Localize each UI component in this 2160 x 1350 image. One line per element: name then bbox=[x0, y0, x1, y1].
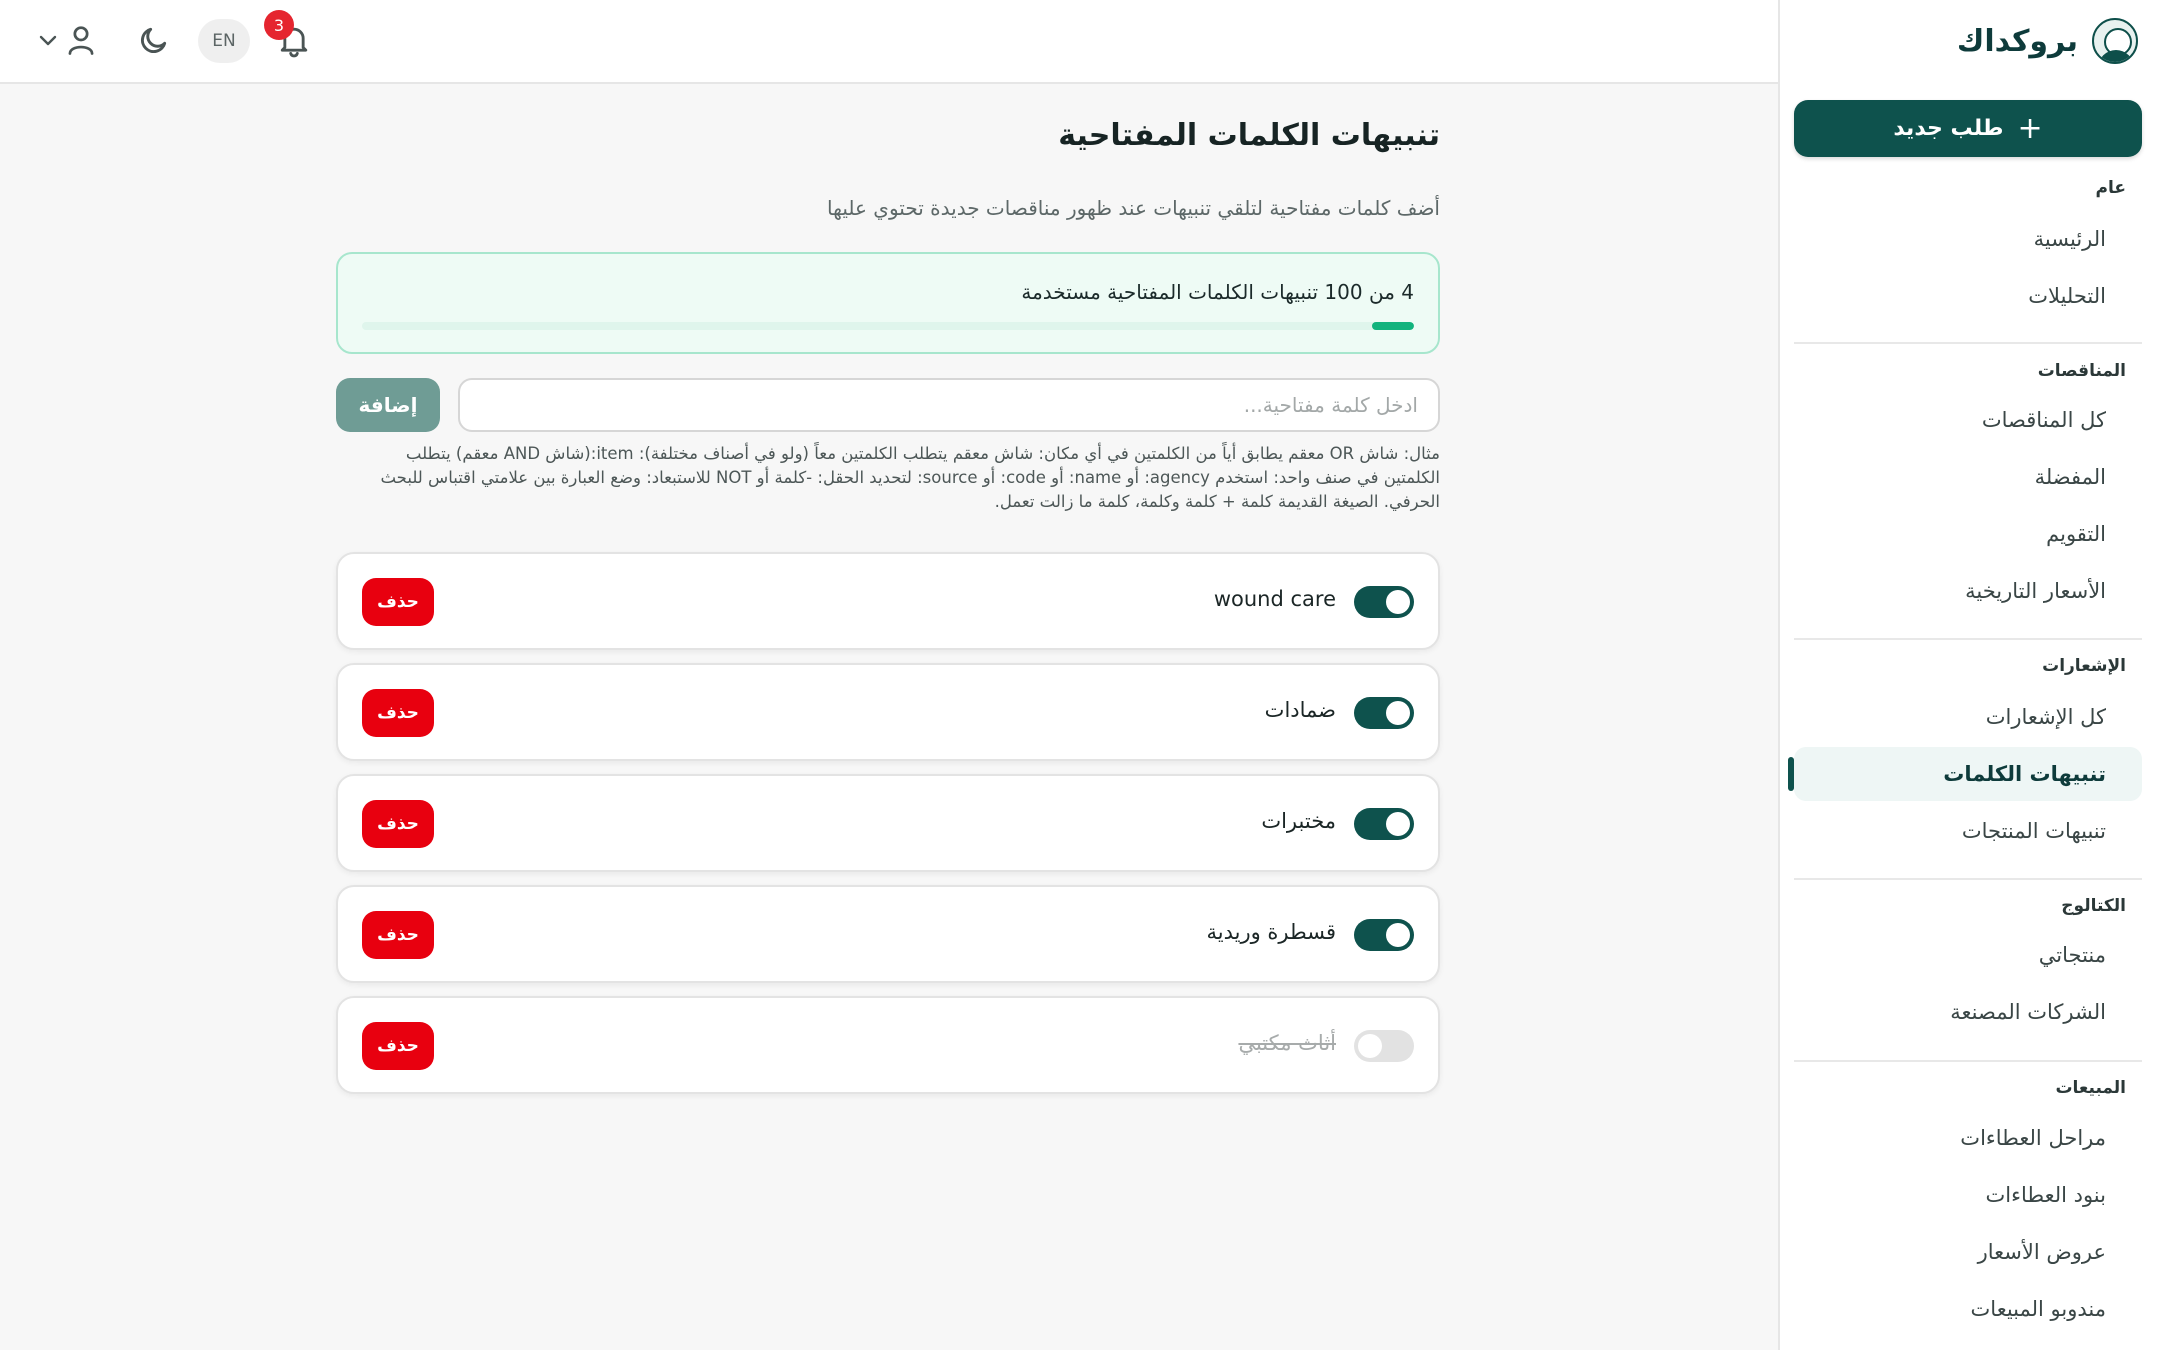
nav-section-tenders: المناقصات bbox=[2037, 361, 2126, 381]
sidebar-item-all-notifications[interactable]: كل الإشعارات bbox=[1794, 690, 2142, 744]
sidebar-item-calendar[interactable]: التقويم bbox=[1794, 507, 2142, 561]
new-request-label: طلب جديد bbox=[1893, 116, 2004, 141]
page-subtitle: أضف كلمات مفتاحية لتلقي تنبيهات عند ظهور… bbox=[827, 196, 1440, 220]
brand[interactable]: بروكداك bbox=[1957, 18, 2138, 64]
delete-keyword-button[interactable]: حذف bbox=[362, 689, 434, 737]
delete-keyword-button[interactable]: حذف bbox=[362, 911, 434, 959]
chevron-down-icon[interactable] bbox=[36, 28, 60, 52]
keyword-row: أثاث مكتبي حذف bbox=[336, 996, 1440, 1094]
sidebar-item-bid-items[interactable]: بنود العطاءات bbox=[1794, 1168, 2142, 1222]
page-title: تنبيهات الكلمات المفتاحية bbox=[1058, 118, 1440, 153]
moon-icon[interactable] bbox=[138, 24, 170, 56]
usage-card: 4 من 100 تنبيهات الكلمات المفتاحية مستخد… bbox=[336, 252, 1440, 354]
nav-section-catalog: الكتالوج bbox=[2061, 896, 2126, 916]
keyword-row: ضمادات حذف bbox=[336, 663, 1440, 761]
sidebar-item-my-products[interactable]: منتجاتي bbox=[1794, 928, 2142, 982]
nav-divider bbox=[1794, 342, 2142, 344]
sidebar: بروكداك + طلب جديد عام الرئيسية التحليلا… bbox=[1778, 0, 2160, 1350]
nav-divider bbox=[1794, 638, 2142, 640]
duck-logo-icon bbox=[2092, 18, 2138, 64]
keyword-row: قسطرة وريدية حذف bbox=[336, 885, 1440, 983]
nav-section-sales: المبيعات bbox=[2055, 1078, 2126, 1098]
notification-badge[interactable]: 3 bbox=[264, 10, 294, 40]
brand-name: بروكداك bbox=[1956, 23, 2078, 59]
add-keyword-button[interactable]: إضافة bbox=[336, 378, 440, 432]
sidebar-item-analytics[interactable]: التحليلات bbox=[1794, 269, 2142, 323]
keyword-text: ضمادات bbox=[1264, 698, 1336, 722]
nav-section-notifications: الإشعارات bbox=[2042, 656, 2126, 676]
keyword-toggle[interactable] bbox=[1354, 1030, 1414, 1062]
sidebar-item-home[interactable]: الرئيسية bbox=[1794, 212, 2142, 266]
language-toggle[interactable]: EN bbox=[198, 19, 250, 63]
usage-progress-fill bbox=[1371, 322, 1414, 330]
nav-divider bbox=[1794, 878, 2142, 880]
keyword-toggle[interactable] bbox=[1354, 808, 1414, 840]
sidebar-item-historical-prices[interactable]: الأسعار التاريخية bbox=[1794, 564, 2142, 618]
usage-progress-bar bbox=[362, 322, 1414, 330]
keyword-row: wound care حذف bbox=[336, 552, 1440, 650]
plus-icon: + bbox=[2017, 110, 2043, 146]
sidebar-item-favorites[interactable]: المفضلة bbox=[1794, 450, 2142, 504]
sidebar-item-keyword-alerts[interactable]: تنبيهات الكلمات bbox=[1788, 747, 2142, 801]
sidebar-item-manufacturers[interactable]: الشركات المصنعة bbox=[1794, 985, 2142, 1039]
keyword-row: مختبرات حذف bbox=[336, 774, 1440, 872]
keyword-text: wound care bbox=[1213, 587, 1336, 611]
keyword-toggle[interactable] bbox=[1354, 586, 1414, 618]
keyword-toggle[interactable] bbox=[1354, 919, 1414, 951]
search-syntax-hint: مثال: شاش OR معقم يطابق أياً من الكلمتين… bbox=[380, 444, 1440, 511]
nav-divider bbox=[1794, 1060, 2142, 1062]
sidebar-item-bid-stages[interactable]: مراحل العطاءات bbox=[1794, 1111, 2142, 1165]
usage-text: 4 من 100 تنبيهات الكلمات المفتاحية مستخد… bbox=[1021, 280, 1414, 304]
keyword-text: قسطرة وريدية bbox=[1206, 920, 1336, 944]
delete-keyword-button[interactable]: حذف bbox=[362, 800, 434, 848]
sidebar-item-product-alerts[interactable]: تنبيهات المنتجات bbox=[1794, 804, 2142, 858]
user-icon[interactable] bbox=[66, 24, 96, 56]
sidebar-item-all-tenders[interactable]: كل المناقصات bbox=[1794, 393, 2142, 447]
sidebar-item-sales-reps[interactable]: مندوبو المبيعات bbox=[1794, 1282, 2142, 1336]
keyword-toggle[interactable] bbox=[1354, 697, 1414, 729]
delete-keyword-button[interactable]: حذف bbox=[362, 1022, 434, 1070]
keyword-text: مختبرات bbox=[1261, 809, 1336, 833]
nav-section-general: عام bbox=[2095, 178, 2126, 198]
keyword-input[interactable] bbox=[458, 378, 1440, 432]
sidebar-item-quotes[interactable]: عروض الأسعار bbox=[1794, 1225, 2142, 1279]
new-request-button[interactable]: + طلب جديد bbox=[1794, 100, 2142, 157]
top-bar: EN 3 bbox=[0, 0, 1778, 84]
delete-keyword-button[interactable]: حذف bbox=[362, 578, 434, 626]
keyword-text: أثاث مكتبي bbox=[1238, 1031, 1336, 1055]
